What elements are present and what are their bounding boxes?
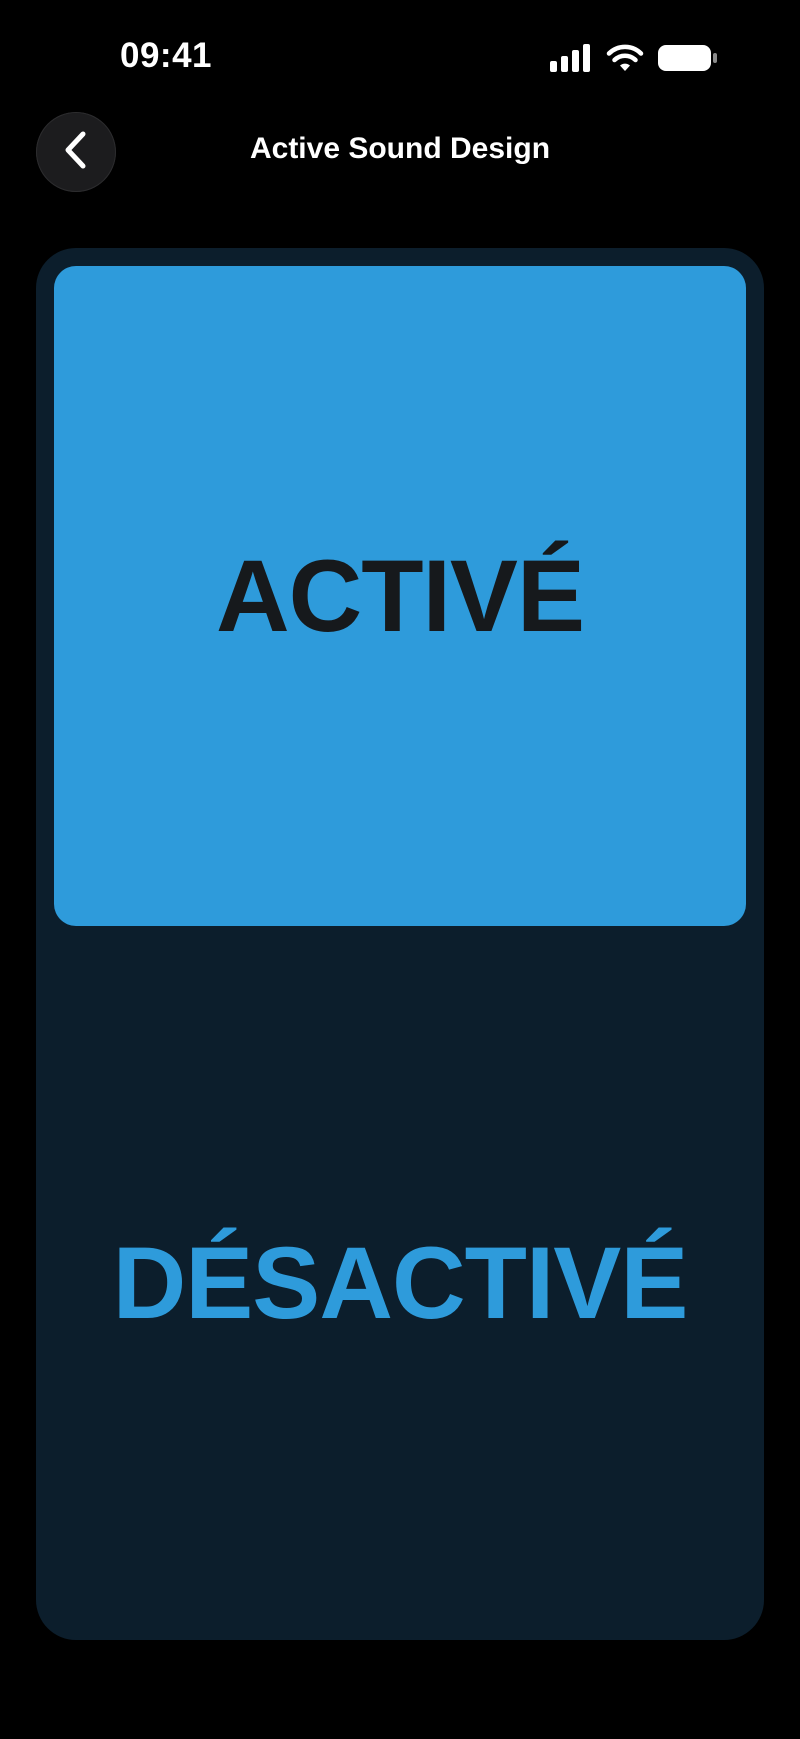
option-deactivated-label: DÉSACTIVÉ: [112, 1225, 689, 1340]
battery-icon: [658, 44, 718, 72]
option-activated-label: ACTIVÉ: [215, 538, 585, 653]
cellular-signal-icon: [550, 44, 592, 72]
status-icons: [550, 42, 718, 74]
wifi-icon: [606, 44, 644, 72]
sound-design-toggle-panel: ACTIVÉ DÉSACTIVÉ: [36, 248, 764, 1640]
option-deactivated[interactable]: DÉSACTIVÉ: [54, 944, 746, 1622]
page-title: Active Sound Design: [249, 132, 551, 165]
status-bar: 09:41: [0, 0, 800, 110]
option-activated[interactable]: ACTIVÉ: [54, 266, 746, 926]
status-time: 09:41: [120, 36, 213, 75]
